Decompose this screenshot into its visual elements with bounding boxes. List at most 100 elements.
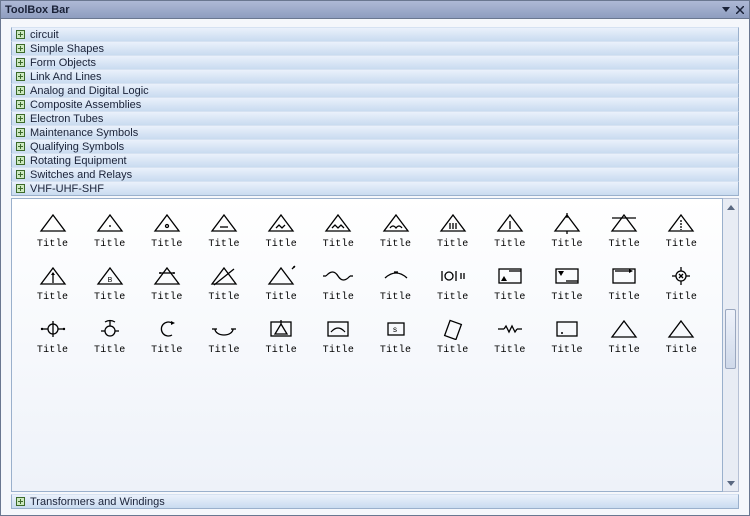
symbol-icon: [148, 262, 186, 290]
symbol-item[interactable]: Title: [598, 315, 651, 356]
symbol-item[interactable]: sTitle: [369, 315, 422, 356]
category-label: Transformers and Windings: [30, 496, 165, 508]
symbol-item[interactable]: Title: [598, 209, 651, 250]
symbol-item[interactable]: B Title: [83, 262, 136, 303]
symbol-item[interactable]: Title: [198, 262, 251, 303]
category-item[interactable]: Maintenance Symbols: [11, 125, 739, 140]
symbol-caption: Title: [494, 345, 526, 356]
scroll-down-icon[interactable]: [725, 476, 736, 490]
symbol-grid: TitleTitleTitleTitleTitleTitleTitleTitle…: [26, 209, 708, 356]
symbol-icon: [262, 262, 300, 290]
close-icon[interactable]: [735, 5, 745, 15]
symbol-caption: Title: [94, 345, 126, 356]
symbol-caption: Title: [608, 345, 640, 356]
category-item[interactable]: Link And Lines: [11, 69, 739, 84]
category-item[interactable]: circuit: [11, 27, 739, 42]
category-label: Simple Shapes: [30, 43, 104, 55]
category-item[interactable]: Switches and Relays: [11, 167, 739, 182]
symbol-item[interactable]: Title: [140, 262, 193, 303]
symbol-item[interactable]: Title: [312, 262, 365, 303]
symbol-icon: [434, 262, 472, 290]
symbol-caption: Title: [323, 345, 355, 356]
symbol-item[interactable]: Title: [26, 209, 79, 250]
category-item[interactable]: Rotating Equipment: [11, 153, 739, 168]
category-item[interactable]: Electron Tubes: [11, 111, 739, 126]
symbol-item[interactable]: Title: [255, 262, 308, 303]
symbol-caption: Title: [208, 239, 240, 250]
category-item[interactable]: Qualifying Symbols: [11, 139, 739, 154]
category-label: VHF-UHF-SHF: [30, 183, 104, 195]
symbol-icon: [34, 209, 72, 237]
symbol-caption: Title: [94, 292, 126, 303]
symbol-item[interactable]: Title: [140, 315, 193, 356]
symbol-item[interactable]: Title: [198, 209, 251, 250]
symbol-caption: Title: [208, 292, 240, 303]
symbol-icon: [434, 315, 472, 343]
expand-icon: [16, 156, 25, 165]
symbol-icon: [34, 315, 72, 343]
expand-icon: [16, 497, 25, 506]
symbol-item[interactable]: Title: [83, 209, 136, 250]
category-label: Electron Tubes: [30, 113, 103, 125]
symbol-icon: [491, 315, 529, 343]
category-item[interactable]: Analog and Digital Logic: [11, 83, 739, 98]
titlebar: ToolBox Bar: [1, 1, 749, 19]
dropdown-icon[interactable]: [721, 5, 731, 15]
symbol-item[interactable]: Title: [541, 315, 594, 356]
symbol-item[interactable]: Title: [255, 315, 308, 356]
symbol-item[interactable]: Title: [426, 262, 479, 303]
symbol-item[interactable]: Title: [26, 262, 79, 303]
symbol-item[interactable]: Title: [369, 262, 422, 303]
symbol-item[interactable]: Title: [541, 209, 594, 250]
category-list-bottom: Transformers and Windings: [11, 494, 739, 509]
symbol-item[interactable]: Title: [369, 209, 422, 250]
symbol-item[interactable]: Title: [198, 315, 251, 356]
symbol-caption: Title: [94, 239, 126, 250]
symbol-icon: s: [377, 315, 415, 343]
symbol-caption: Title: [551, 239, 583, 250]
symbol-caption: Title: [437, 292, 469, 303]
symbol-caption: Title: [151, 239, 183, 250]
toolbox-body: circuitSimple ShapesForm ObjectsLink And…: [1, 19, 749, 515]
svg-text:B: B: [107, 277, 112, 284]
scrollbar[interactable]: [723, 198, 739, 492]
symbol-icon: [377, 209, 415, 237]
category-item[interactable]: Transformers and Windings: [11, 494, 739, 509]
symbol-item[interactable]: Title: [655, 209, 708, 250]
category-item[interactable]: Simple Shapes: [11, 41, 739, 56]
symbol-icon: [662, 315, 700, 343]
expand-icon: [16, 128, 25, 137]
symbol-item[interactable]: Title: [483, 262, 536, 303]
category-list-top: circuitSimple ShapesForm ObjectsLink And…: [11, 27, 739, 196]
symbol-item[interactable]: Title: [655, 262, 708, 303]
category-item[interactable]: Composite Assemblies: [11, 97, 739, 112]
symbol-icon: [205, 262, 243, 290]
symbol-caption: Title: [37, 345, 69, 356]
category-item[interactable]: VHF-UHF-SHF: [11, 181, 739, 196]
scroll-up-icon[interactable]: [725, 200, 736, 214]
symbol-caption: Title: [323, 292, 355, 303]
scroll-thumb[interactable]: [725, 309, 736, 369]
symbol-item[interactable]: Title: [26, 315, 79, 356]
expand-icon: [16, 184, 25, 193]
category-item[interactable]: Form Objects: [11, 55, 739, 70]
symbol-caption: Title: [494, 292, 526, 303]
symbol-item[interactable]: Title: [255, 209, 308, 250]
symbol-item[interactable]: Title: [426, 315, 479, 356]
category-label: Analog and Digital Logic: [30, 85, 149, 97]
symbol-item[interactable]: Title: [655, 315, 708, 356]
symbol-item[interactable]: Title: [312, 315, 365, 356]
symbol-item[interactable]: Title: [483, 315, 536, 356]
symbol-item[interactable]: Title: [312, 209, 365, 250]
symbol-item[interactable]: Title: [483, 209, 536, 250]
symbol-item[interactable]: Title: [541, 262, 594, 303]
symbol-caption: Title: [437, 239, 469, 250]
symbol-caption: Title: [380, 239, 412, 250]
palette-container: TitleTitleTitleTitleTitleTitleTitleTitle…: [11, 198, 739, 492]
toolbox-window: ToolBox Bar circuitSimple ShapesForm Obj…: [0, 0, 750, 516]
symbol-caption: Title: [265, 239, 297, 250]
symbol-item[interactable]: Title: [83, 315, 136, 356]
symbol-item[interactable]: Title: [140, 209, 193, 250]
symbol-item[interactable]: Title: [598, 262, 651, 303]
symbol-item[interactable]: Title: [426, 209, 479, 250]
